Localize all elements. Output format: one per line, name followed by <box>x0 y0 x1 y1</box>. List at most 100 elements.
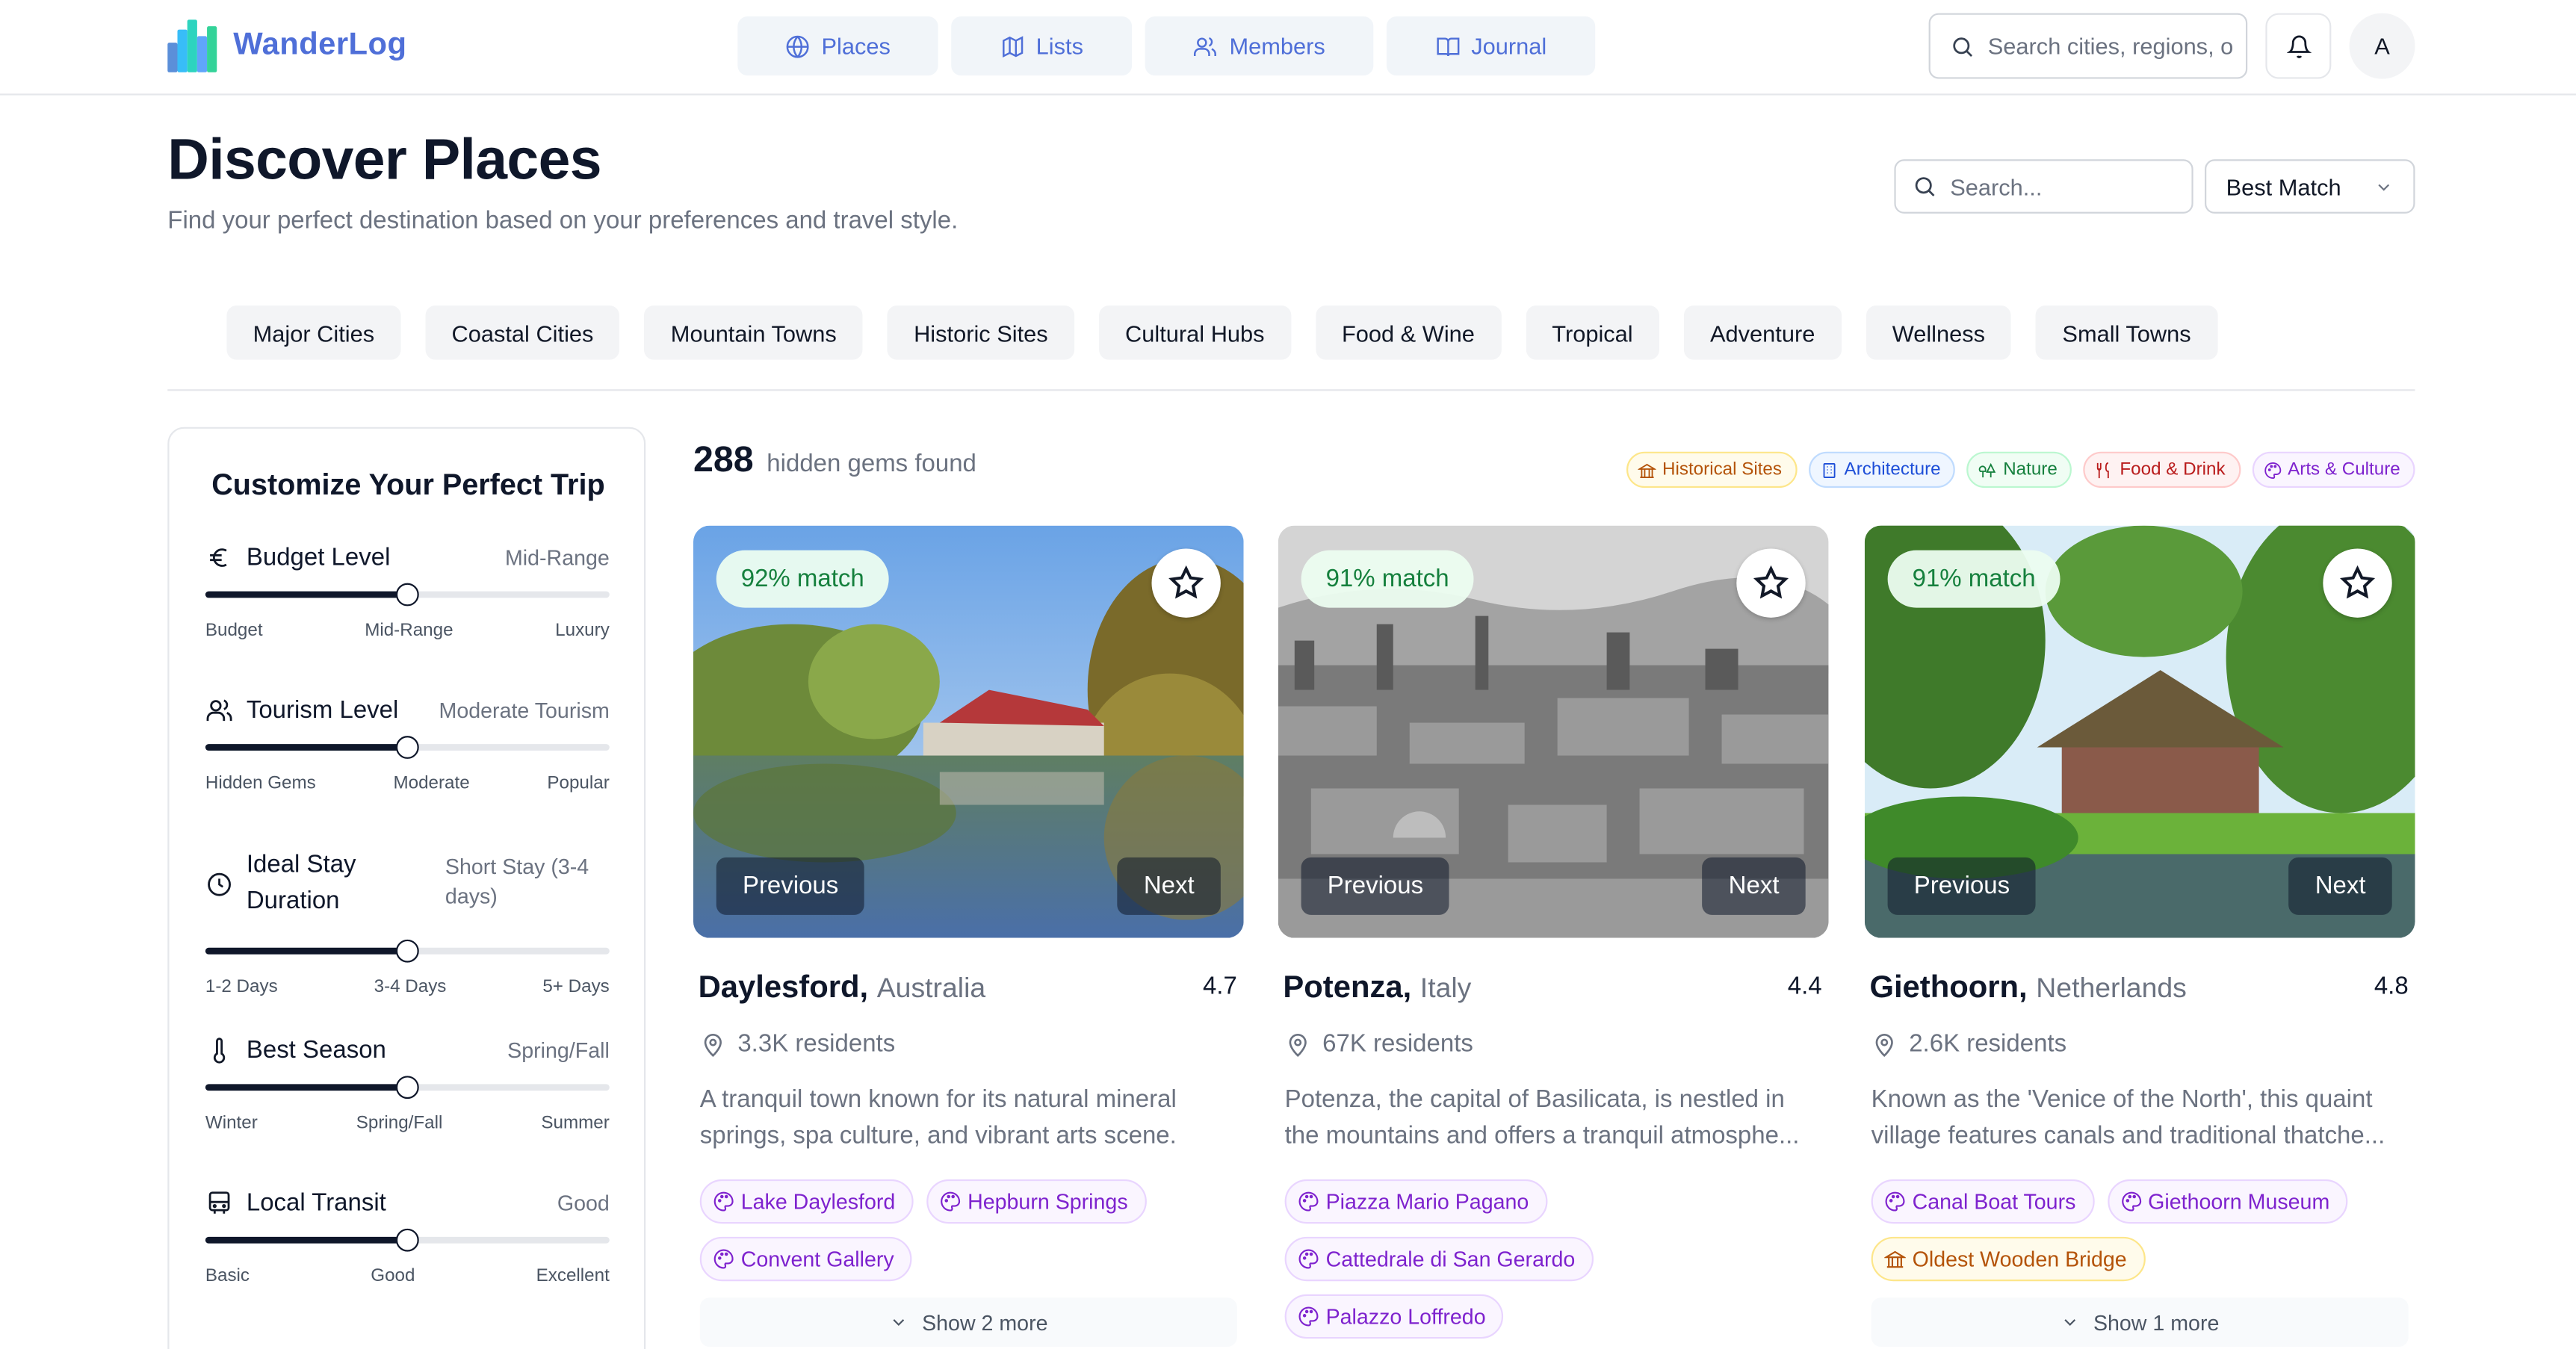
tick-label: Popular <box>547 773 610 794</box>
place-description: A tranquil town known for its natural mi… <box>700 1082 1229 1155</box>
previous-photo-button[interactable]: Previous <box>1887 857 2037 915</box>
previous-photo-button[interactable]: Previous <box>716 857 865 915</box>
budget-filter: Budget Level Mid-Range Budget Mid-Range Lu… <box>205 544 610 641</box>
attraction-tag[interactable]: Cattedrale di San Gerardo <box>1284 1236 1594 1282</box>
place-photo: 91% match Previous Next <box>1278 525 1829 938</box>
category-chip[interactable]: Tropical <box>1526 306 1659 360</box>
user-avatar[interactable]: A <box>2349 13 2415 79</box>
place-card[interactable]: 92% match Previous Next Daylesford, Aust… <box>693 525 1244 1348</box>
page-subtitle: Find your perfect destination based on y… <box>167 207 959 235</box>
map-pin-icon <box>1289 1033 1307 1056</box>
country-name: Netherlands <box>2036 972 2187 1004</box>
favorite-button[interactable] <box>1736 548 1806 618</box>
tag-label: Palazzo Loffredo <box>1325 1303 1486 1329</box>
chevron-down-icon <box>2064 1319 2076 1327</box>
logo[interactable]: WanderLog <box>167 19 406 72</box>
nav-members-label: Members <box>1229 32 1325 60</box>
attraction-tag[interactable]: Canal Boat Tours <box>1871 1179 2094 1224</box>
category-chip[interactable]: Small Towns <box>2036 306 2217 360</box>
globe-icon <box>786 34 809 58</box>
slider-thumb[interactable] <box>395 1228 419 1252</box>
place-card[interactable]: 91% match Previous Next Giethoorn, Nethe… <box>1864 525 2415 1348</box>
favorite-button[interactable] <box>2323 548 2392 618</box>
tag-label: Hepburn Springs <box>967 1189 1128 1215</box>
attraction-tag[interactable]: Lake Daylesford <box>699 1179 914 1224</box>
season-filter: Best Season Spring/Fall Winter Spring/Fal… <box>205 1037 610 1133</box>
show-more-label: Show 1 more <box>2093 1309 2220 1335</box>
attraction-tag[interactable]: Convent Gallery <box>699 1236 912 1282</box>
category-chip[interactable]: Coastal Cities <box>425 306 620 360</box>
attraction-tag[interactable]: Oldest Wooden Bridge <box>1871 1236 2145 1282</box>
category-chip[interactable]: Adventure <box>1683 306 1842 360</box>
clock-icon <box>208 872 231 896</box>
budget-slider[interactable] <box>205 583 610 607</box>
top-navbar: WanderLog Places Lists Members Journal S… <box>0 0 2576 96</box>
city-name: Giethoorn, <box>1869 970 2028 1005</box>
slider-fill <box>205 947 408 955</box>
category-chip[interactable]: Major Cities <box>226 306 401 360</box>
place-card[interactable]: 91% match Previous Next Potenza, Italy 4… <box>1278 525 1829 1339</box>
notifications-button[interactable] <box>2265 13 2332 79</box>
palette-icon <box>713 1191 734 1212</box>
category-chip[interactable]: Wellness <box>1866 306 2012 360</box>
attraction-tag[interactable]: Piazza Mario Pagano <box>1284 1179 1547 1224</box>
tag-label: Lake Daylesford <box>740 1189 896 1215</box>
nav-members[interactable]: Members <box>1145 16 1374 76</box>
category-chip[interactable]: Mountain Towns <box>644 306 863 360</box>
next-photo-button[interactable]: Next <box>1702 857 1806 915</box>
sort-select[interactable]: Best Match <box>2205 159 2415 214</box>
nav-journal[interactable]: Journal <box>1386 16 1596 76</box>
description-line: village features canals and traditional … <box>1871 1121 2385 1150</box>
trip-preferences-panel: Customize Your Perfect Trip Budget Level… <box>167 427 646 1349</box>
residents-count: 2.6K residents <box>1909 1029 2067 1058</box>
previous-photo-button[interactable]: Previous <box>1301 857 1450 915</box>
show-more-button[interactable]: Show 1 more <box>1871 1297 2409 1348</box>
attraction-tag[interactable]: Giethoorn Museum <box>2107 1179 2348 1224</box>
category-chip[interactable]: Food & Wine <box>1315 306 1502 360</box>
show-more-button[interactable]: Show 2 more <box>699 1297 1237 1348</box>
season-slider[interactable] <box>205 1076 610 1100</box>
tag-label: Giethoorn Museum <box>2148 1189 2330 1215</box>
rating: 4.7 <box>1202 972 1237 1001</box>
landmark-icon <box>1638 462 1656 477</box>
city-name: Daylesford, <box>698 970 869 1005</box>
main-nav: Places Lists Members Journal <box>737 16 1596 76</box>
filter-value: Mid-Range <box>504 545 610 571</box>
next-photo-button[interactable]: Next <box>2288 857 2392 915</box>
city-name: Potenza, <box>1283 970 1412 1005</box>
tourism-slider[interactable] <box>205 736 610 759</box>
panel-title: Customize Your Perfect Trip <box>211 468 605 501</box>
palette-icon <box>713 1249 734 1269</box>
nav-lists[interactable]: Lists <box>951 16 1133 76</box>
nav-places-label: Places <box>821 32 891 60</box>
slider-thumb[interactable] <box>395 939 419 963</box>
slider-thumb[interactable] <box>395 583 419 607</box>
places-search-input[interactable]: Search... <box>1894 159 2193 214</box>
legend-architecture: Architecture <box>1808 451 1956 489</box>
palette-icon <box>2264 461 2281 478</box>
map-icon <box>1002 35 1023 57</box>
legend-label: Arts & Culture <box>2288 459 2400 480</box>
slider-thumb[interactable] <box>395 1076 419 1100</box>
map-pin-icon <box>1875 1033 1893 1056</box>
attraction-tag[interactable]: Palazzo Loffredo <box>1284 1294 1504 1339</box>
star-icon <box>2339 565 2376 599</box>
nav-places[interactable]: Places <box>737 16 938 76</box>
tick-label: Luxury <box>555 621 610 641</box>
category-chip[interactable]: Cultural Hubs <box>1098 306 1291 360</box>
stay-duration-slider[interactable] <box>205 939 610 963</box>
global-search-input[interactable]: Search cities, regions, o <box>1928 13 2248 79</box>
slider-fill <box>205 591 408 598</box>
palette-icon <box>1298 1249 1319 1269</box>
transit-slider[interactable] <box>205 1228 610 1252</box>
slider-fill <box>205 744 408 751</box>
tick-label: Good <box>371 1266 415 1286</box>
filter-label: Tourism Level <box>246 696 399 725</box>
attraction-tag[interactable]: Hepburn Springs <box>926 1179 1146 1224</box>
favorite-button[interactable] <box>1151 548 1221 618</box>
slider-thumb[interactable] <box>395 736 419 759</box>
legend-label: Historical Sites <box>1662 459 1782 480</box>
category-chip[interactable]: Historic Sites <box>887 306 1074 360</box>
palette-icon <box>2121 1191 2141 1212</box>
next-photo-button[interactable]: Next <box>1117 857 1221 915</box>
